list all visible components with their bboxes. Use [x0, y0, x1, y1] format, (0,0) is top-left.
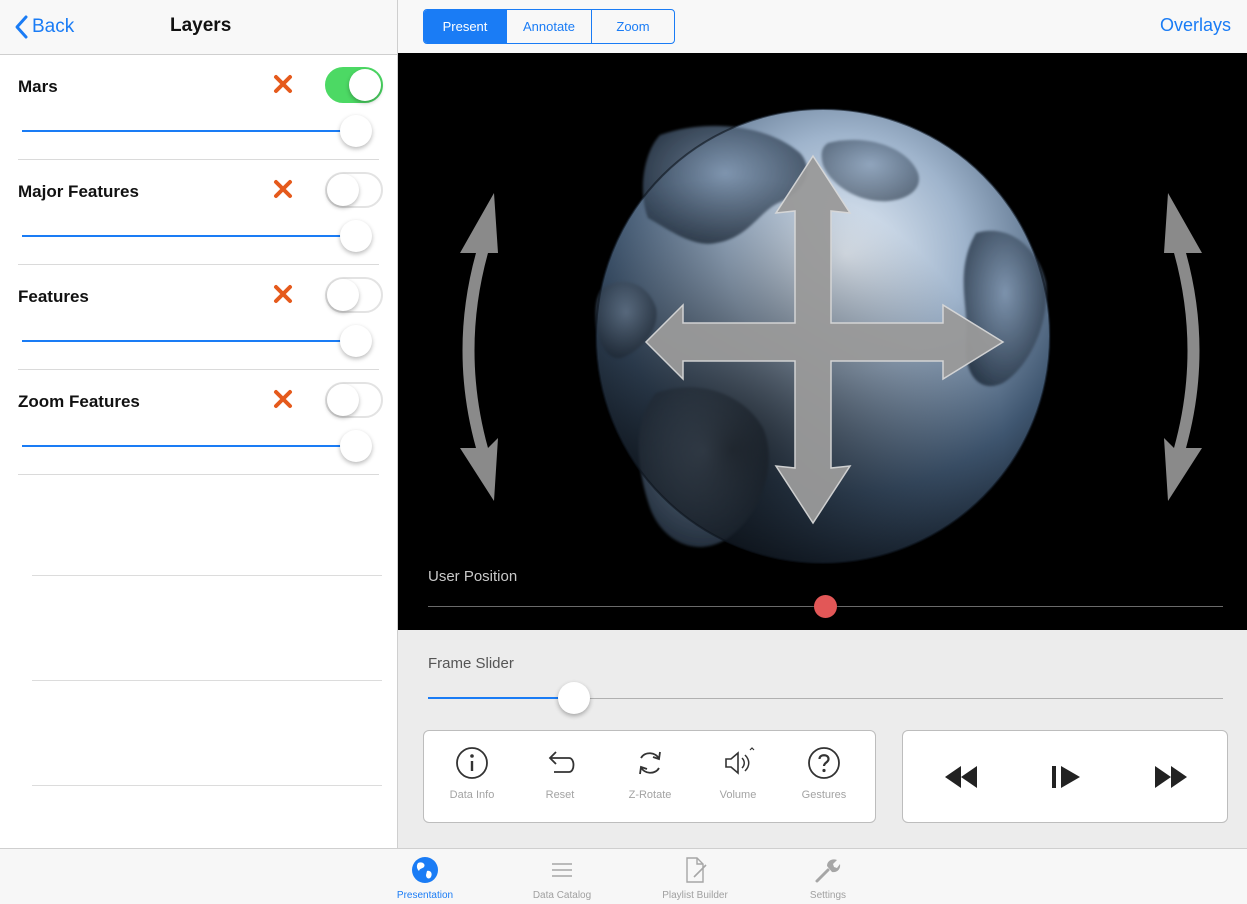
list-icon: [552, 863, 572, 877]
globe-viewer[interactable]: User Position: [398, 53, 1247, 630]
tab-label: Settings: [809, 890, 847, 901]
tool-label: Gestures: [801, 789, 847, 801]
layer-row-major-features: Major Features: [0, 160, 397, 265]
mode-segmented-control: Present Annotate Zoom: [423, 9, 675, 44]
tab-bar: Presentation Data Catalog Playlist Build…: [0, 848, 1247, 904]
tilt-arrow-left: [460, 193, 498, 501]
tilt-arrow-right: [1164, 193, 1202, 501]
layer-opacity-slider[interactable]: [22, 430, 372, 462]
overlays-button[interactable]: Overlays: [1160, 15, 1231, 36]
tools-group: Data Info Reset Z-Rotate Volume Gestures: [423, 730, 876, 823]
z-rotate-button[interactable]: Z-Rotate: [606, 745, 694, 801]
toggle-knob: [327, 384, 359, 416]
fast-forward-icon[interactable]: [1151, 761, 1191, 793]
layer-name: Major Features: [18, 182, 139, 201]
rewind-icon[interactable]: [941, 761, 981, 793]
mode-annotate[interactable]: Annotate: [507, 10, 592, 43]
layer-visibility-toggle[interactable]: [325, 172, 383, 208]
tab-label: Data Catalog: [532, 890, 592, 901]
tab-data-catalog[interactable]: Data Catalog: [507, 855, 617, 901]
page-title: Layers: [170, 15, 232, 36]
slider-fill: [428, 697, 574, 699]
toggle-knob: [327, 174, 359, 206]
slider-track: [22, 445, 356, 447]
playback-group: [902, 730, 1228, 823]
layer-opacity-slider[interactable]: [22, 220, 372, 252]
slider-thumb[interactable]: [340, 220, 372, 252]
tab-settings[interactable]: Settings: [773, 855, 883, 901]
mode-zoom[interactable]: Zoom: [592, 10, 674, 43]
layers-header: Back Layers: [0, 0, 397, 55]
slider-track: [22, 235, 356, 237]
tool-label: Reset: [545, 789, 575, 801]
slider-track: [22, 340, 356, 342]
layer-name: Mars: [18, 77, 58, 96]
layer-opacity-slider[interactable]: [22, 115, 372, 147]
gestures-button[interactable]: Gestures: [780, 745, 868, 801]
globe-icon: [412, 857, 438, 883]
slider-track: [22, 130, 356, 132]
slider-thumb[interactable]: [340, 430, 372, 462]
layer-row-zoom-features: Zoom Features: [0, 370, 397, 475]
reset-button[interactable]: Reset: [516, 745, 604, 801]
remove-layer-icon[interactable]: [272, 178, 294, 200]
divider: [18, 474, 379, 475]
toggle-knob: [327, 279, 359, 311]
tab-label: Playlist Builder: [662, 890, 728, 901]
slider-thumb[interactable]: [340, 325, 372, 357]
tool-label: Z-Rotate: [628, 789, 672, 801]
tab-presentation[interactable]: Presentation: [370, 855, 480, 901]
remove-layer-icon[interactable]: [272, 73, 294, 95]
layer-name: Zoom Features: [18, 392, 140, 411]
mode-present[interactable]: Present: [424, 10, 507, 43]
top-toolbar: Present Annotate Zoom Overlays: [398, 0, 1247, 53]
wrench-icon: [815, 859, 841, 883]
layer-visibility-toggle[interactable]: [325, 382, 383, 418]
layer-name: Features: [18, 287, 89, 306]
rotate-icon: [639, 751, 661, 775]
empty-row-divider: [32, 680, 382, 681]
slider-thumb[interactable]: [814, 595, 837, 618]
globe-canvas[interactable]: [398, 53, 1247, 630]
question-icon: [808, 747, 840, 779]
tab-playlist-builder[interactable]: Playlist Builder: [640, 855, 750, 901]
tab-label: Presentation: [396, 890, 454, 901]
layer-row-mars: Mars: [0, 55, 397, 160]
toggle-knob: [349, 69, 381, 101]
frame-slider[interactable]: [428, 682, 1223, 716]
layers-panel: Back Layers Mars Major Features Features: [0, 0, 398, 848]
remove-layer-icon[interactable]: [272, 283, 294, 305]
volume-button[interactable]: Volume: [694, 745, 782, 801]
tool-label: Data Info: [449, 789, 495, 801]
document-edit-icon: [686, 857, 707, 883]
frame-slider-label: Frame Slider: [428, 655, 514, 672]
slider-thumb[interactable]: [557, 682, 590, 714]
undo-icon: [548, 751, 575, 773]
empty-row-divider: [32, 785, 382, 786]
playback-controls-panel: Frame Slider Data Info Reset Z-Rotate Vo…: [398, 630, 1247, 848]
layer-visibility-toggle[interactable]: [325, 67, 383, 103]
play-step-icon[interactable]: [1046, 761, 1086, 793]
layer-row-features: Features: [0, 265, 397, 370]
user-position-label: User Position: [428, 568, 518, 585]
slider-thumb[interactable]: [340, 115, 372, 147]
layer-opacity-slider[interactable]: [22, 325, 372, 357]
empty-row-divider: [32, 575, 382, 576]
data-info-button[interactable]: Data Info: [428, 745, 516, 801]
info-icon: [456, 747, 488, 779]
remove-layer-icon[interactable]: [272, 388, 294, 410]
layer-visibility-toggle[interactable]: [325, 277, 383, 313]
tool-label: Volume: [719, 789, 757, 801]
speaker-icon: [725, 747, 755, 775]
user-position-slider[interactable]: [428, 593, 1223, 619]
